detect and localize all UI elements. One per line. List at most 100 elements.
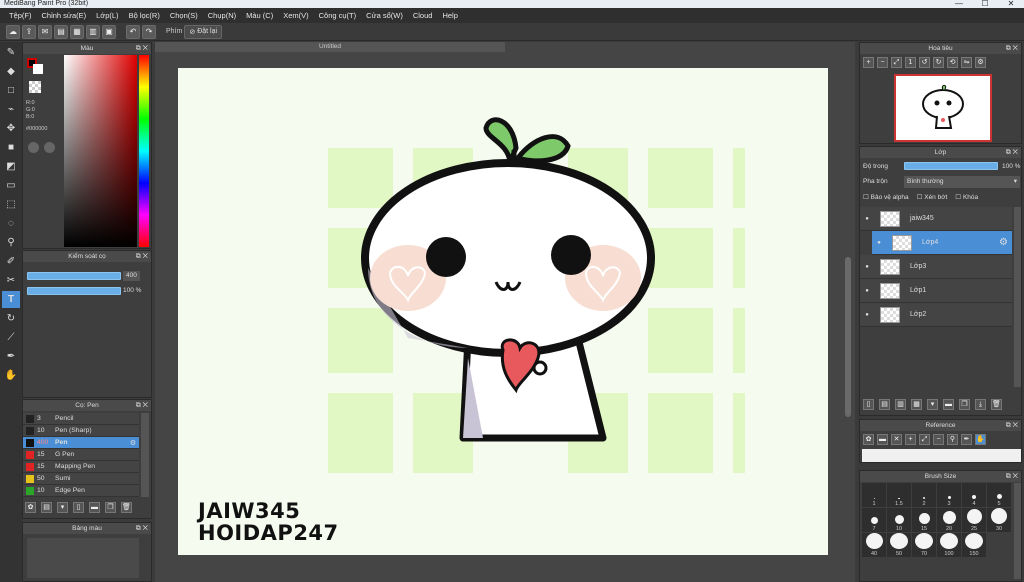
layer-row[interactable]: ● jaiw345 — [860, 207, 1012, 231]
brush-size-slider[interactable] — [27, 272, 121, 280]
fit-icon[interactable]: ⤢ — [891, 57, 902, 68]
divide-tool-icon[interactable]: ⟋ — [2, 329, 20, 346]
brush-size-cell[interactable]: 1.5 — [887, 483, 911, 507]
panel-close-icon[interactable]: ⧉ ✕ — [1006, 43, 1018, 54]
transparent-swatch[interactable] — [29, 81, 41, 93]
brush-delete-icon[interactable]: 🗑 — [121, 502, 132, 513]
brush-size-cell[interactable]: 15 — [912, 508, 936, 532]
flip-icon[interactable]: ⇋ — [961, 57, 972, 68]
gradient-tool-icon[interactable]: ▭ — [2, 177, 20, 194]
new-halftone-layer-icon[interactable]: ▤ — [879, 399, 890, 410]
eyedropper-tool-icon[interactable]: ✒ — [2, 348, 20, 365]
brush-item[interactable]: 50 Sumi — [23, 473, 139, 485]
blend-mode-select[interactable]: Bình thường ▾ — [904, 176, 1020, 188]
panel-icon[interactable]: ▣ — [102, 24, 116, 39]
reference-folder-icon[interactable]: ▬ — [877, 434, 888, 445]
gear-icon[interactable]: ⚙ — [130, 439, 136, 447]
duplicate-layer-icon[interactable]: ❐ — [959, 399, 970, 410]
panel-close-icon[interactable]: ⧉ ✕ — [1006, 147, 1018, 158]
layer-list-scrollbar[interactable] — [1014, 207, 1021, 387]
brush-size-value[interactable]: 400 — [123, 271, 140, 281]
panel-close-icon[interactable]: ⧉ ✕ — [136, 523, 148, 534]
visibility-eye-icon[interactable]: ● — [860, 264, 874, 270]
rotate-right-icon[interactable]: ↻ — [933, 57, 944, 68]
brush-size-cell[interactable]: 2 — [912, 483, 936, 507]
menu-layer[interactable]: Lớp(L) — [91, 11, 123, 20]
palette-area[interactable] — [27, 538, 139, 578]
brush-size-cell[interactable]: 3 — [937, 483, 961, 507]
reference-eyedropper-icon[interactable]: ✒ — [961, 434, 972, 445]
comment-icon[interactable]: ✉ — [38, 24, 52, 39]
reference-zoom-out-icon[interactable]: − — [933, 434, 944, 445]
reset-button[interactable]: ⊘ Đặt lại — [184, 24, 223, 39]
panel-close-icon[interactable]: ⧉ ✕ — [1006, 420, 1018, 431]
brush-item[interactable]: 15 Mapping Pen — [23, 461, 139, 473]
undo-icon[interactable]: ↶ — [126, 24, 140, 39]
brush-settings-icon[interactable]: ▾ — [57, 502, 68, 513]
color-mixer-icon[interactable] — [44, 142, 55, 153]
gear-icon[interactable]: ⚙ — [999, 237, 1008, 248]
layer-row[interactable]: ● Lớp4 ⚙ — [872, 231, 1012, 255]
brush-size-cell[interactable]: 10 — [887, 508, 911, 532]
rectangle-tool-icon[interactable]: □ — [2, 82, 20, 99]
reset-view-icon[interactable]: ⟲ — [947, 57, 958, 68]
menu-cloud[interactable]: Cloud — [408, 11, 438, 20]
brush-size-cell[interactable]: 7 — [862, 508, 886, 532]
menu-filter[interactable]: Bộ lọc(R) — [124, 11, 165, 20]
brush-item[interactable]: 3 Pencil — [23, 413, 139, 425]
maximize-button[interactable]: ☐ — [972, 0, 998, 8]
eraser-tool-icon[interactable]: ◆ — [2, 63, 20, 80]
visibility-eye-icon[interactable]: ● — [860, 288, 874, 294]
clipping-checkbox[interactable]: ☐ Xén bớt — [917, 193, 948, 201]
layer-menu-icon[interactable]: ▾ — [927, 399, 938, 410]
reference-hand-icon[interactable]: ✋ — [975, 434, 986, 445]
menu-capture[interactable]: Chụp(N) — [203, 11, 241, 20]
brush-size-cell[interactable]: 50 — [887, 533, 911, 557]
brush-copy-icon[interactable]: ❐ — [105, 502, 116, 513]
color-wheel-icon[interactable] — [28, 142, 39, 153]
panel-close-icon[interactable]: ⧉ ✕ — [1006, 471, 1018, 482]
page-icon[interactable]: ▤ — [54, 24, 68, 39]
brush-size-cell[interactable]: 20 — [937, 508, 961, 532]
protect-alpha-checkbox[interactable]: ☐ Bảo vệ alpha — [863, 193, 909, 201]
visibility-eye-icon[interactable]: ● — [860, 216, 874, 222]
brush-opacity-slider[interactable] — [27, 287, 121, 295]
brush-item[interactable]: 10 Pen (Sharp) — [23, 425, 139, 437]
menu-tools[interactable]: Công cụ(T) — [314, 11, 362, 20]
layer-row[interactable]: ● Lớp1 — [860, 279, 1012, 303]
delete-layer-icon[interactable]: 🗑 — [991, 399, 1002, 410]
brush-size-cell[interactable]: 70 — [912, 533, 936, 557]
close-button[interactable]: ✕ — [998, 0, 1024, 8]
merge-down-icon[interactable]: ⤓ — [975, 399, 986, 410]
hand-tool-icon[interactable]: ✋ — [2, 367, 20, 384]
reference-fit-icon[interactable]: ⤢ — [919, 434, 930, 445]
hue-slider[interactable] — [139, 55, 149, 247]
brush-size-cell[interactable]: 30 — [987, 508, 1011, 532]
menu-help[interactable]: Help — [437, 11, 462, 20]
menu-select[interactable]: Chọn(S) — [165, 11, 203, 20]
settings-view-icon[interactable]: ⚙ — [975, 57, 986, 68]
brush-add-icon[interactable]: ✿ — [25, 502, 36, 513]
select-tool-icon[interactable]: ⬚ — [2, 196, 20, 213]
brush-duplicate-icon[interactable]: ▤ — [41, 502, 52, 513]
brush-item[interactable]: 15 G Pen — [23, 449, 139, 461]
brush-list-scrollbar[interactable] — [141, 413, 149, 497]
canvas-vertical-scrollbar[interactable] — [845, 257, 851, 417]
dot-tool-icon[interactable]: ⌁ — [2, 101, 20, 118]
select-pen-icon[interactable]: ✐ — [2, 253, 20, 270]
panel-close-icon[interactable]: ⧉ ✕ — [136, 43, 148, 54]
visibility-eye-icon[interactable]: ● — [860, 312, 874, 318]
lock-checkbox[interactable]: ☐ Khóa — [955, 193, 978, 201]
redo-icon[interactable]: ↷ — [142, 24, 156, 39]
brush-file-icon[interactable]: ▯ — [73, 502, 84, 513]
fill-rect-tool-icon[interactable]: ■ — [2, 139, 20, 156]
panel-close-icon[interactable]: ⧉ ✕ — [136, 251, 148, 262]
menu-color[interactable]: Màu (C) — [241, 11, 278, 20]
visibility-eye-icon[interactable]: ● — [872, 240, 886, 246]
color-saturation-field[interactable] — [64, 55, 137, 247]
upload-icon[interactable]: ⇪ — [22, 24, 36, 39]
brush-size-cell[interactable]: 100 — [937, 533, 961, 557]
panel-close-icon[interactable]: ⧉ ✕ — [136, 400, 148, 411]
menu-window[interactable]: Cửa sổ(W) — [361, 11, 408, 20]
rotate-left-icon[interactable]: ↺ — [919, 57, 930, 68]
